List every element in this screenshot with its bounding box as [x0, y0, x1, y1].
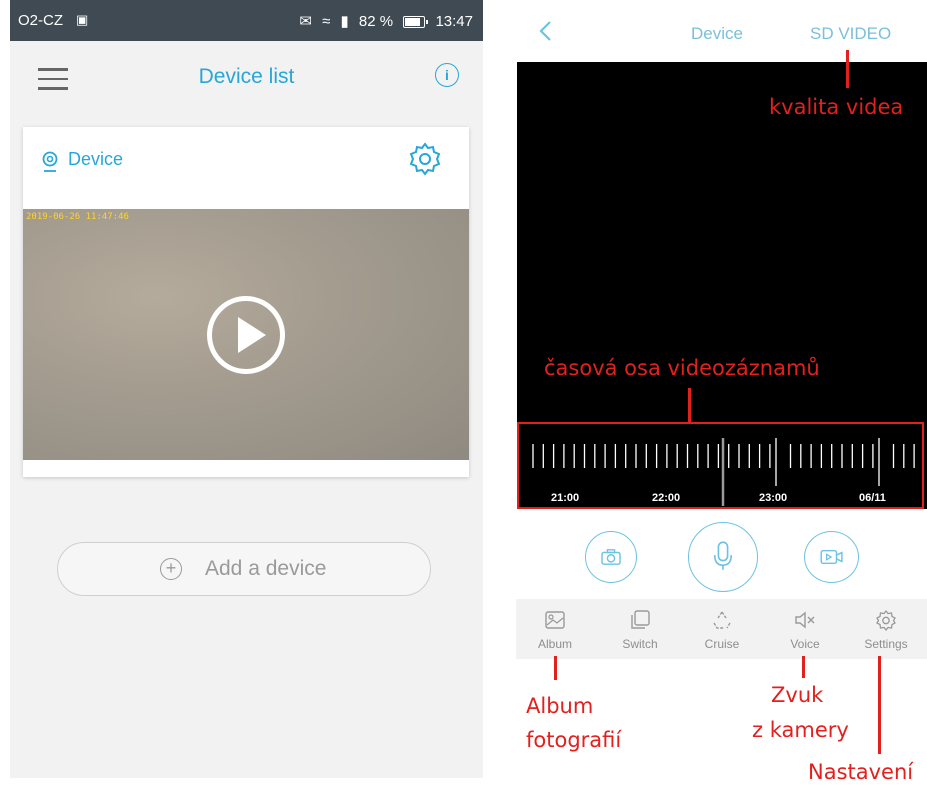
voice-annotation-line1: Zvuk: [771, 683, 824, 707]
tab-voice[interactable]: Voice: [769, 599, 841, 659]
top-navigation: Device list i: [10, 41, 483, 113]
bottom-tab-bar: Album Switch Cruise Voice Settings: [516, 599, 927, 659]
add-device-label: Add a device: [205, 557, 327, 580]
image-notification-icon: ▣: [76, 12, 89, 27]
plus-icon: +: [160, 558, 182, 580]
voice-annotation-line2: z kamery: [752, 718, 849, 742]
wifi-icon: ≈: [322, 13, 331, 30]
camera-preview[interactable]: 2019-06-26 11:47:46: [23, 209, 469, 460]
add-device-button[interactable]: + Add a device: [57, 542, 431, 596]
play-icon[interactable]: [207, 296, 285, 374]
tab-album[interactable]: Album: [519, 599, 591, 659]
settings-annotation-line: [878, 656, 881, 754]
snapshot-button[interactable]: [585, 531, 637, 583]
device-name: Device: [68, 149, 124, 169]
cruise-icon: [713, 611, 731, 629]
quality-annotation-line: [846, 50, 849, 88]
settings-annotation: Nastavení: [808, 760, 914, 784]
back-chevron-icon[interactable]: [538, 20, 554, 42]
preview-timestamp: 2019-06-26 11:47:46: [26, 212, 129, 222]
album-annotation-line: [554, 656, 557, 680]
timeline-annotation: časová osa videozáznamů: [544, 356, 820, 380]
timeline-label-1: 22:00: [652, 492, 681, 504]
timeline-label-2: 23:00: [759, 492, 788, 504]
microphone-button[interactable]: [688, 522, 758, 592]
tab-voice-label: Voice: [790, 637, 820, 651]
page-title: Device list: [198, 65, 295, 88]
tab-switch[interactable]: Switch: [604, 599, 676, 659]
vibrate-icon: ✉: [299, 13, 312, 30]
device-card[interactable]: Device 2019-06-26 11:47:46: [23, 127, 469, 477]
live-view-header: Device SD VIDEO: [516, 0, 927, 62]
device-settings-gear-icon[interactable]: [407, 141, 443, 177]
device-list-screen: O2-CZ ▣ ✉ ≈ ▮ 82 % 13:47 Device list i D…: [10, 0, 483, 778]
info-icon[interactable]: i: [435, 63, 459, 87]
timeline-annotation-line: [688, 388, 691, 422]
recording-timeline[interactable]: 21:00 22:00 23:00 06/11: [517, 422, 924, 509]
status-bar: O2-CZ ▣ ✉ ≈ ▮ 82 % 13:47: [10, 0, 483, 41]
clock: 13:47: [435, 13, 473, 30]
speaker-muted-icon: [795, 611, 815, 629]
battery-icon: [403, 16, 429, 29]
carrier-label: O2-CZ: [18, 12, 63, 29]
battery-percent: 82 %: [358, 13, 394, 30]
timeline-label-0: 21:00: [551, 492, 580, 504]
live-view-screen: Device SD VIDEO kvalita videa časová osa…: [516, 0, 927, 785]
voice-annotation-line: [802, 656, 805, 678]
signal-icon: ▮: [340, 13, 349, 30]
settings-gear-icon: [876, 609, 896, 631]
tab-cruise[interactable]: Cruise: [686, 599, 758, 659]
video-record-icon: [820, 549, 843, 565]
tab-settings-label: Settings: [864, 637, 908, 651]
camera-pin-icon: [42, 151, 58, 172]
device-title: Device: [691, 24, 743, 43]
album-annotation-line2: fotografií: [526, 728, 622, 752]
album-icon: [545, 611, 565, 629]
timeline-label-3: 06/11: [859, 492, 886, 504]
microphone-icon: [713, 541, 733, 570]
video-quality-toggle[interactable]: SD VIDEO: [810, 24, 891, 44]
tab-cruise-label: Cruise: [704, 637, 740, 651]
tab-settings[interactable]: Settings: [850, 599, 922, 659]
album-annotation-line1: Album: [526, 694, 594, 718]
camera-icon: [601, 549, 621, 565]
record-video-button[interactable]: [804, 531, 859, 583]
quality-annotation: kvalita videa: [769, 95, 904, 119]
control-row: [516, 509, 927, 599]
tab-switch-label: Switch: [622, 637, 658, 651]
tab-album-label: Album: [537, 637, 572, 651]
device-card-header: Device: [23, 127, 469, 209]
switch-icon: [631, 610, 650, 629]
